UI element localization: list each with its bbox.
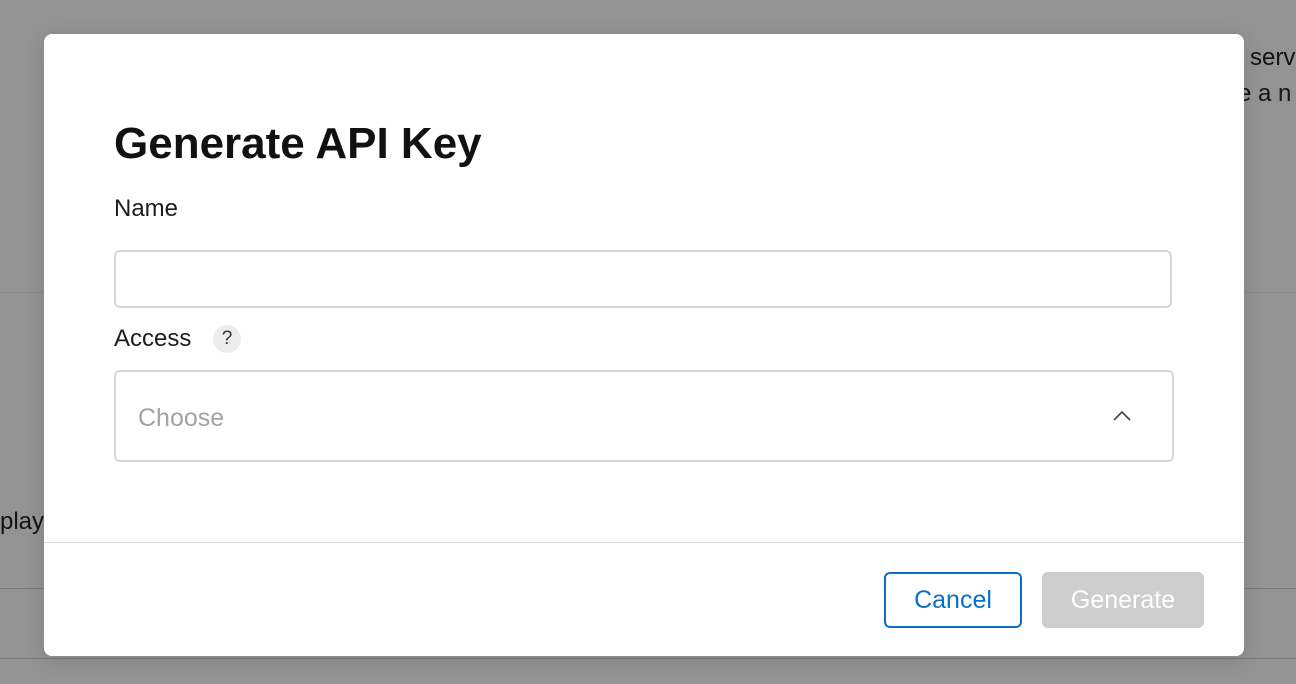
chevron-up-icon — [1113, 410, 1131, 421]
cancel-button[interactable]: Cancel — [884, 572, 1022, 628]
help-icon[interactable]: ? — [213, 325, 241, 353]
name-input[interactable] — [114, 250, 1172, 308]
generate-api-key-dialog: Generate API Key Name Access ? Choose Ca… — [44, 34, 1244, 656]
access-select-placeholder: Choose — [138, 404, 225, 432]
generate-button[interactable]: Generate — [1042, 572, 1204, 628]
name-label: Name — [114, 195, 179, 222]
access-select[interactable]: Choose — [114, 370, 1174, 462]
access-label: Access — [114, 325, 192, 352]
footer-divider — [44, 542, 1244, 543]
dialog-title: Generate API Key — [114, 119, 482, 168]
